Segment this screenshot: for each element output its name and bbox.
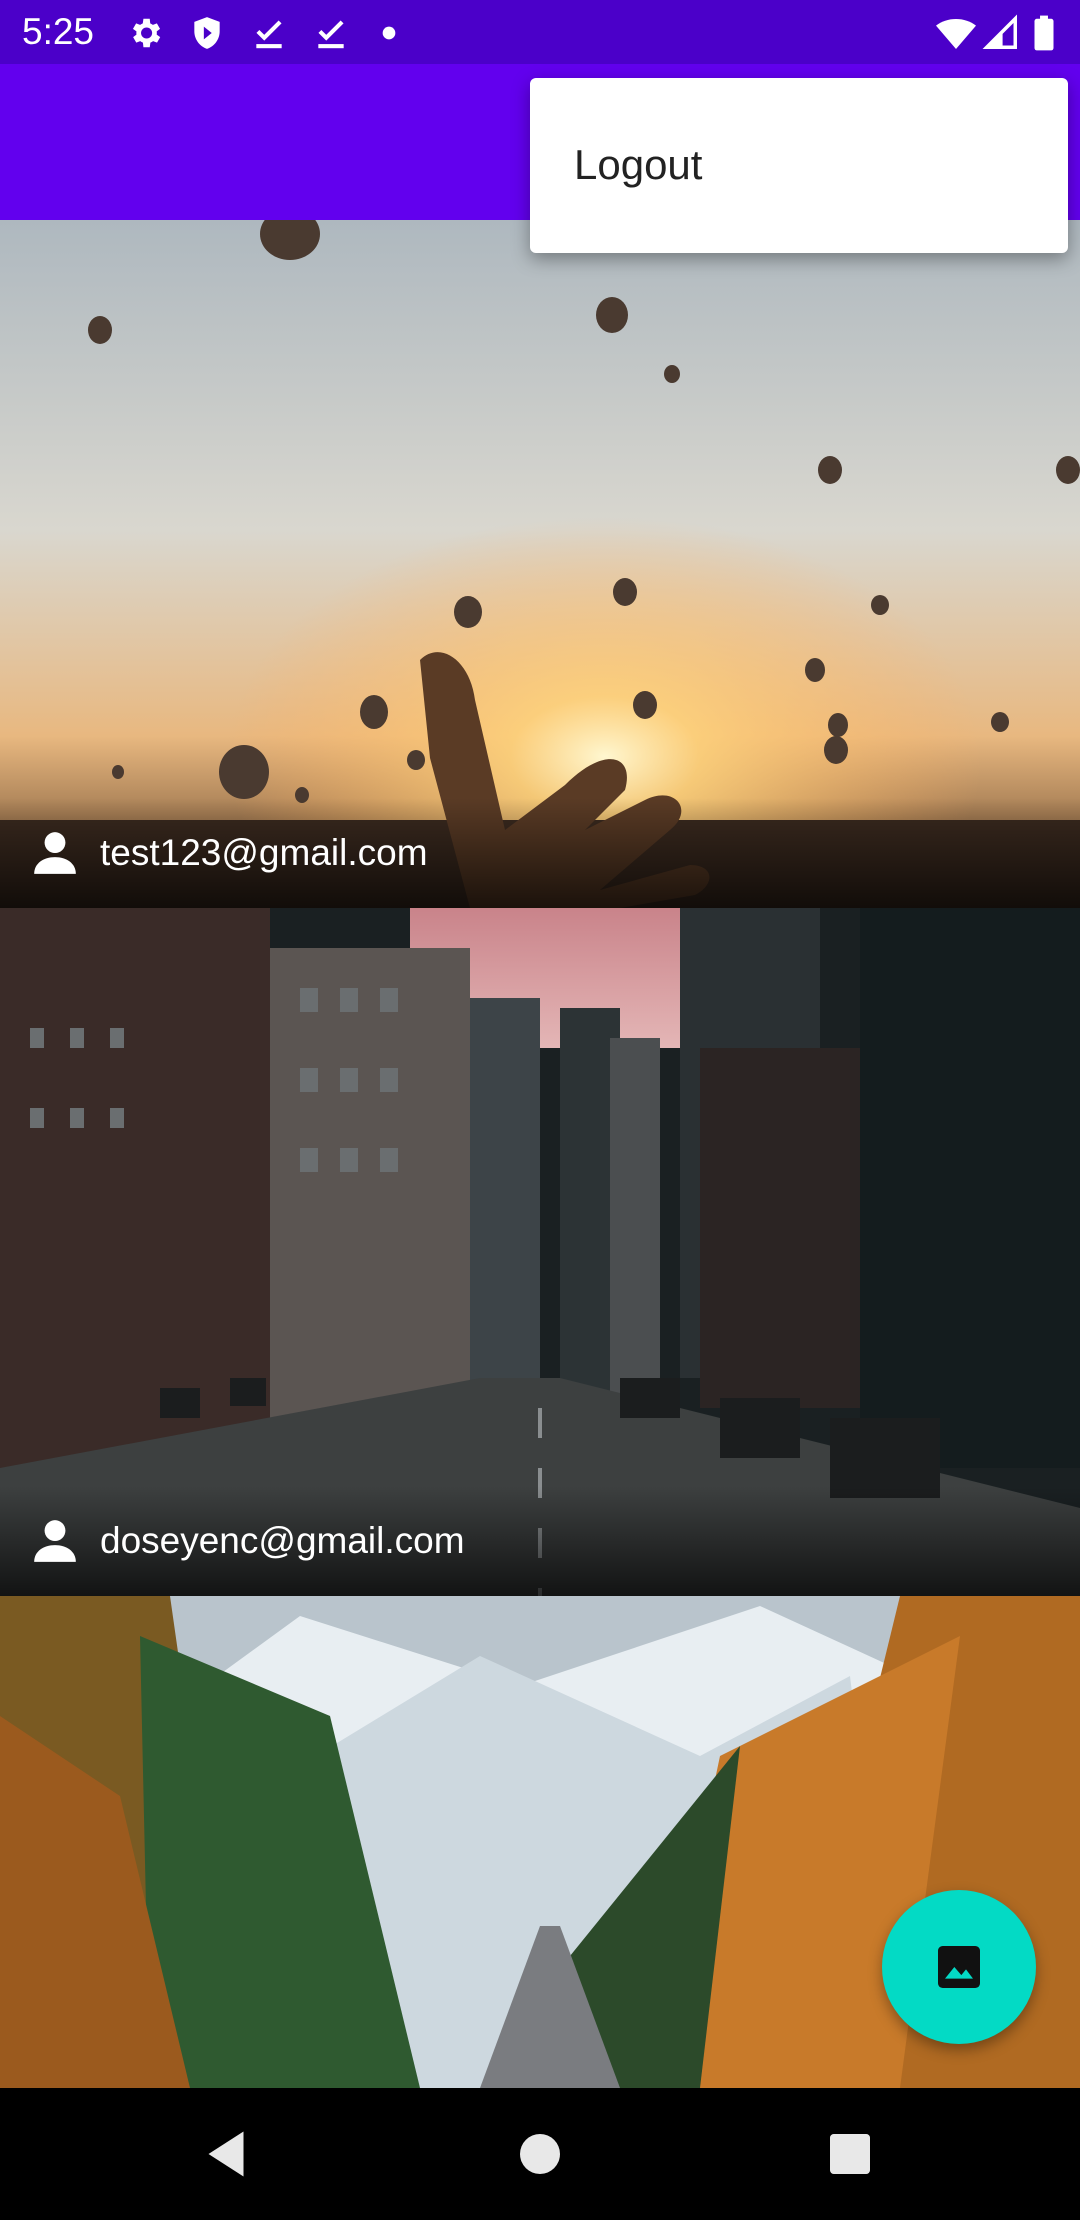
overflow-menu: Logout (530, 78, 1068, 253)
post-author-email: test123@gmail.com (100, 832, 428, 873)
battery-icon (1034, 15, 1054, 51)
home-icon[interactable] (510, 2124, 570, 2184)
person-icon (34, 832, 76, 874)
navigation-bar (0, 2088, 1080, 2220)
signal-icon (982, 14, 1017, 49)
status-bar: 5:25 (0, 0, 1080, 64)
back-icon[interactable] (196, 2124, 256, 2184)
menu-item-logout[interactable]: Logout (530, 78, 1068, 253)
post-feed[interactable]: test123@gmail.com doseyenc@gmail.com (0, 220, 1080, 2088)
recents-icon[interactable] (820, 2124, 880, 2184)
gear-icon (132, 18, 161, 48)
download-done-icon (256, 20, 282, 49)
image-icon (938, 1946, 980, 1988)
add-image-fab[interactable] (882, 1890, 1036, 2044)
status-time: 5:25 (22, 11, 95, 52)
post-caption: test123@gmail.com (0, 798, 1080, 908)
person-icon (34, 1520, 76, 1562)
menu-item-label: Logout (574, 141, 703, 188)
shield-icon (194, 17, 220, 49)
post-card[interactable]: test123@gmail.com (0, 220, 1080, 908)
dot-icon (382, 26, 396, 40)
post-author-email: doseyenc@gmail.com (100, 1520, 465, 1561)
post-caption: doseyenc@gmail.com (0, 1486, 1080, 1596)
download-done-icon (318, 20, 344, 49)
wifi-icon (936, 19, 976, 49)
post-card[interactable]: doseyenc@gmail.com (0, 908, 1080, 1596)
